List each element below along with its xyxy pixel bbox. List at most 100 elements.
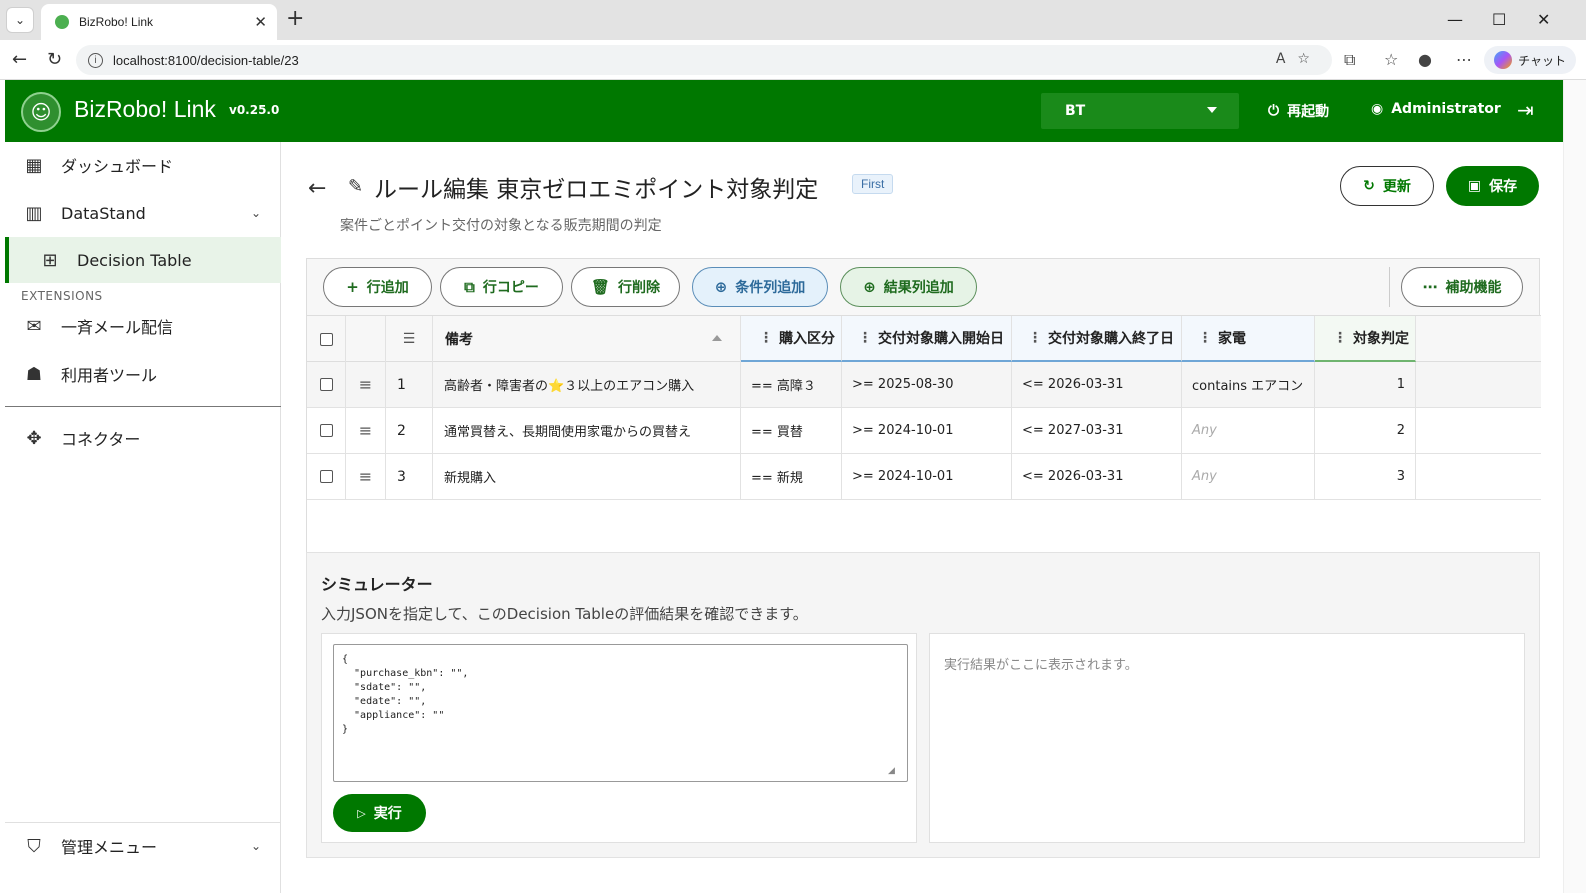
cell-sdate[interactable]: >= 2025-08-30 bbox=[842, 362, 1012, 407]
cell-purchase-kbn[interactable]: == 買替 bbox=[741, 408, 842, 453]
sidebar-item-user-tool[interactable]: ☗ 利用者ツール bbox=[5, 351, 281, 397]
copy-row-button[interactable]: ⧉ 行コピー bbox=[440, 267, 563, 307]
back-icon[interactable]: ← bbox=[12, 49, 27, 70]
favorites-icon[interactable]: ☆ bbox=[1384, 50, 1398, 69]
cell-result[interactable]: 2 bbox=[1315, 408, 1416, 453]
decision-table-grid: ☰ 備考 ⋮ 購入区分 ⋮ 交付対象購入開始日 ⋮ 交付対象購入終了日 ⋮ 家電… bbox=[307, 315, 1541, 553]
cell-result[interactable]: 3 bbox=[1315, 454, 1416, 499]
drag-handle-icon[interactable]: ≡ bbox=[359, 467, 372, 486]
row-number: 1 bbox=[386, 362, 433, 407]
cell-edate[interactable]: <= 2027-03-31 bbox=[1012, 408, 1182, 453]
sidebar-item-label: 管理メニュー bbox=[61, 838, 158, 857]
sidebar-item-admin-menu[interactable]: ⛉ 管理メニュー ⌄ bbox=[5, 823, 281, 869]
row-number-header: ☰ bbox=[386, 316, 433, 362]
select-all-checkbox[interactable] bbox=[319, 332, 333, 346]
column-header-result[interactable]: ⋮ 対象判定 bbox=[1315, 316, 1416, 362]
cell-purchase-kbn[interactable]: == 新規 bbox=[741, 454, 842, 499]
sidebar-item-label: DataStand bbox=[61, 203, 146, 223]
window-close-icon[interactable]: ✕ bbox=[1537, 10, 1550, 29]
add-condition-column-button[interactable]: ⊕ 条件列追加 bbox=[692, 267, 828, 307]
helpers-button[interactable]: ⋯ 補助機能 bbox=[1401, 267, 1523, 307]
update-label: 更新 bbox=[1382, 179, 1411, 195]
column-header-sdate[interactable]: ⋮ 交付対象購入開始日 bbox=[842, 316, 1012, 362]
table-row[interactable]: ≡ 3 新規購入 == 新規 >= 2024-10-01 <= 2026-03-… bbox=[307, 454, 1541, 500]
sidebar-item-bulk-mail[interactable]: ✉ 一斉メール配信 bbox=[5, 303, 281, 349]
row-checkbox[interactable] bbox=[319, 378, 333, 391]
cell-appliance[interactable]: Any bbox=[1182, 408, 1315, 453]
tenant-select[interactable]: BT bbox=[1041, 93, 1239, 129]
column-menu-icon[interactable]: ⋮ bbox=[1028, 330, 1042, 346]
cell-purchase-kbn[interactable]: == 高障３ bbox=[741, 362, 842, 407]
table-row[interactable]: ≡ 2 通常買替え、長期間使用家電からの買替え == 買替 >= 2024-10… bbox=[307, 408, 1541, 454]
drag-handle-icon[interactable]: ≡ bbox=[359, 375, 372, 394]
row-checkbox[interactable] bbox=[319, 424, 333, 437]
sidebar-item-dashboard[interactable]: ▦ ダッシュボード bbox=[5, 142, 281, 188]
column-header-edate[interactable]: ⋮ 交付対象購入終了日 bbox=[1012, 316, 1182, 362]
cell-edate[interactable]: <= 2026-03-31 bbox=[1012, 362, 1182, 407]
minimize-icon[interactable]: — bbox=[1447, 10, 1463, 29]
window-scrollbar[interactable] bbox=[1563, 80, 1586, 893]
browser-tab[interactable]: BizRobo! Link ✕ bbox=[41, 4, 277, 40]
save-button[interactable]: ▣ 保存 bbox=[1446, 166, 1539, 206]
play-icon: ▷ bbox=[357, 806, 366, 820]
column-menu-icon[interactable]: ⋮ bbox=[759, 330, 773, 346]
restart-button[interactable]: ⏻ 再起動 bbox=[1268, 101, 1329, 121]
close-tab-icon[interactable]: ✕ bbox=[254, 13, 267, 31]
bar-chart-icon: ▥ bbox=[25, 202, 43, 224]
maximize-icon[interactable]: ☐ bbox=[1492, 10, 1506, 29]
cell-memo[interactable]: 高齢者・障害者の⭐３以上のエアコン購入 bbox=[433, 362, 741, 407]
cell-edate[interactable]: <= 2026-03-31 bbox=[1012, 454, 1182, 499]
column-menu-icon[interactable]: ⋮ bbox=[1198, 330, 1212, 346]
sort-ascending-icon[interactable] bbox=[712, 335, 722, 341]
back-arrow-icon[interactable]: ← bbox=[308, 176, 326, 201]
sidebar-item-label: ダッシュボード bbox=[61, 157, 174, 176]
dashboard-icon: ▦ bbox=[25, 154, 43, 176]
extensions-icon[interactable]: ⧉ bbox=[1344, 50, 1355, 70]
resize-grip-icon[interactable]: ◢ bbox=[888, 766, 914, 840]
tab-list-button[interactable]: ⌄ bbox=[6, 7, 34, 33]
table-icon: ⊞ bbox=[42, 249, 58, 271]
cell-sdate[interactable]: >= 2024-10-01 bbox=[842, 408, 1012, 453]
read-aloud-favorite-icons[interactable]: A☆ bbox=[1276, 51, 1322, 67]
row-checkbox[interactable] bbox=[319, 470, 333, 483]
run-button[interactable]: ▷ 実行 bbox=[333, 794, 426, 832]
row-number: 3 bbox=[386, 454, 433, 499]
sidebar-item-connector[interactable]: ✥ コネクター bbox=[5, 415, 281, 461]
update-button[interactable]: ↻ 更新 bbox=[1340, 166, 1434, 206]
column-menu-icon[interactable]: ⋮ bbox=[1333, 330, 1347, 346]
add-row-button[interactable]: + 行追加 bbox=[323, 267, 432, 307]
cell-memo[interactable]: 新規購入 bbox=[433, 454, 741, 499]
sidebar-item-decision-table[interactable]: ⊞ Decision Table bbox=[5, 237, 281, 283]
sidebar-item-label: コネクター bbox=[61, 430, 141, 449]
column-header-memo[interactable]: 備考 bbox=[433, 316, 741, 362]
tab-title: BizRobo! Link bbox=[79, 15, 154, 29]
table-row[interactable]: ≡ 1 高齢者・障害者の⭐３以上のエアコン購入 == 高障３ >= 2025-0… bbox=[307, 362, 1541, 408]
cell-appliance[interactable]: contains エアコン bbox=[1182, 362, 1315, 407]
column-menu-icon[interactable]: ⋮ bbox=[858, 330, 872, 346]
site-info-icon[interactable]: i bbox=[88, 52, 103, 68]
logout-icon[interactable]: ⇥ bbox=[1517, 98, 1534, 122]
add-result-column-button[interactable]: ⊕ 結果列追加 bbox=[840, 267, 977, 307]
robot-logo-icon: ☺ bbox=[21, 92, 61, 132]
cell-appliance[interactable]: Any bbox=[1182, 454, 1315, 499]
drag-header-cell bbox=[346, 316, 386, 362]
copilot-button[interactable]: チャット bbox=[1484, 46, 1576, 74]
column-header-purchase-kbn[interactable]: ⋮ 購入区分 bbox=[741, 316, 842, 362]
drag-handle-icon[interactable]: ≡ bbox=[359, 421, 372, 440]
delete-row-label: 行削除 bbox=[618, 280, 661, 296]
profile-icon[interactable]: ● bbox=[1418, 50, 1432, 69]
url-field[interactable]: i localhost:8100/decision-table/23 A☆ bbox=[76, 45, 1332, 75]
cell-result[interactable]: 1 bbox=[1315, 362, 1416, 407]
column-header-appliance[interactable]: ⋮ 家電 bbox=[1182, 316, 1315, 362]
copy-icon: ⧉ bbox=[464, 278, 475, 296]
cell-memo[interactable]: 通常買替え、長期間使用家電からの買替え bbox=[433, 408, 741, 453]
sidebar-item-datastand[interactable]: ▥ DataStand ⌄ bbox=[5, 190, 281, 236]
cell-sdate[interactable]: >= 2024-10-01 bbox=[842, 454, 1012, 499]
more-icon[interactable]: ⋯ bbox=[1456, 50, 1472, 69]
user-menu-button[interactable]: ◉ Administrator bbox=[1371, 101, 1501, 117]
json-input-textarea[interactable]: { "purchase_kbn": "", "sdate": "", "edat… bbox=[333, 644, 908, 782]
reload-icon[interactable]: ↻ bbox=[47, 49, 62, 70]
new-tab-icon[interactable]: + bbox=[286, 7, 304, 31]
result-placeholder: 実行結果がここに表示されます。 bbox=[944, 658, 1138, 673]
delete-row-button[interactable]: 🗑 行削除 bbox=[571, 267, 680, 307]
